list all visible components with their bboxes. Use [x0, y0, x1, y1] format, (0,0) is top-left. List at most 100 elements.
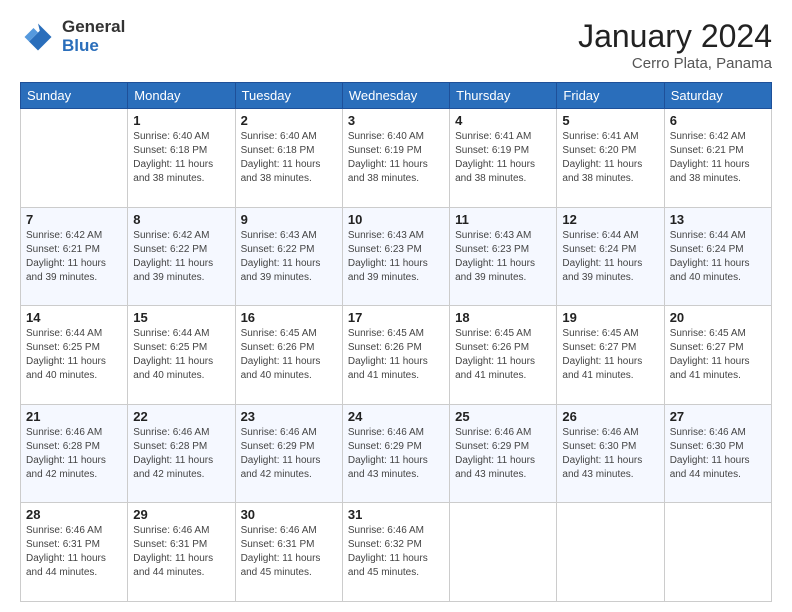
day-number: 24 — [348, 409, 444, 424]
weekday-header-row: Sunday Monday Tuesday Wednesday Thursday… — [21, 83, 772, 109]
calendar-table: Sunday Monday Tuesday Wednesday Thursday… — [20, 82, 772, 602]
day-number: 10 — [348, 212, 444, 227]
calendar-cell: 28 Sunrise: 6:46 AM Sunset: 6:31 PM Dayli… — [21, 503, 128, 602]
day-number: 30 — [241, 507, 337, 522]
day-number: 11 — [455, 212, 551, 227]
calendar-cell: 10 Sunrise: 6:43 AM Sunset: 6:23 PM Dayli… — [342, 207, 449, 306]
week-row-2: 14 Sunrise: 6:44 AM Sunset: 6:25 PM Dayli… — [21, 306, 772, 405]
day-number: 7 — [26, 212, 122, 227]
day-info: Sunrise: 6:46 AM Sunset: 6:28 PM Dayligh… — [133, 426, 229, 482]
day-number: 3 — [348, 113, 444, 128]
calendar-cell: 16 Sunrise: 6:45 AM Sunset: 6:26 PM Dayli… — [235, 306, 342, 405]
day-info: Sunrise: 6:43 AM Sunset: 6:23 PM Dayligh… — [348, 229, 444, 285]
calendar-cell: 4 Sunrise: 6:41 AM Sunset: 6:19 PM Daylig… — [450, 109, 557, 208]
day-info: Sunrise: 6:46 AM Sunset: 6:29 PM Dayligh… — [348, 426, 444, 482]
calendar-cell: 27 Sunrise: 6:46 AM Sunset: 6:30 PM Dayli… — [664, 404, 771, 503]
week-row-1: 7 Sunrise: 6:42 AM Sunset: 6:21 PM Daylig… — [21, 207, 772, 306]
week-row-4: 28 Sunrise: 6:46 AM Sunset: 6:31 PM Dayli… — [21, 503, 772, 602]
header-monday: Monday — [128, 83, 235, 109]
day-number: 31 — [348, 507, 444, 522]
day-info: Sunrise: 6:45 AM Sunset: 6:27 PM Dayligh… — [670, 327, 766, 383]
header-friday: Friday — [557, 83, 664, 109]
day-number: 20 — [670, 310, 766, 325]
day-info: Sunrise: 6:46 AM Sunset: 6:31 PM Dayligh… — [26, 524, 122, 580]
logo-icon — [20, 19, 56, 55]
day-number: 16 — [241, 310, 337, 325]
header-saturday: Saturday — [664, 83, 771, 109]
calendar-cell: 22 Sunrise: 6:46 AM Sunset: 6:28 PM Dayli… — [128, 404, 235, 503]
day-info: Sunrise: 6:46 AM Sunset: 6:31 PM Dayligh… — [133, 524, 229, 580]
day-number: 12 — [562, 212, 658, 227]
logo-text: General Blue — [62, 18, 125, 55]
day-info: Sunrise: 6:44 AM Sunset: 6:24 PM Dayligh… — [562, 229, 658, 285]
day-info: Sunrise: 6:46 AM Sunset: 6:30 PM Dayligh… — [562, 426, 658, 482]
day-number: 6 — [670, 113, 766, 128]
day-number: 5 — [562, 113, 658, 128]
calendar-cell: 2Sunrise: 6:40 AM Sunset: 6:18 PM Daylig… — [235, 109, 342, 208]
day-number: 25 — [455, 409, 551, 424]
day-number: 9 — [241, 212, 337, 227]
calendar-cell: 15Sunrise: 6:44 AM Sunset: 6:25 PM Dayli… — [128, 306, 235, 405]
day-info: Sunrise: 6:46 AM Sunset: 6:28 PM Dayligh… — [26, 426, 122, 482]
day-number: 8 — [133, 212, 229, 227]
calendar-cell — [557, 503, 664, 602]
calendar-cell: 9 Sunrise: 6:43 AM Sunset: 6:22 PM Daylig… — [235, 207, 342, 306]
calendar-cell: 25 Sunrise: 6:46 AM Sunset: 6:29 PM Dayli… — [450, 404, 557, 503]
day-number: 22 — [133, 409, 229, 424]
logo-blue-text: Blue — [62, 37, 125, 56]
day-number: 21 — [26, 409, 122, 424]
logo: General Blue — [20, 18, 125, 55]
day-info: Sunrise: 6:40 AM Sunset: 6:18 PM Dayligh… — [241, 130, 337, 186]
calendar-cell: 30 Sunrise: 6:46 AM Sunset: 6:31 PM Dayli… — [235, 503, 342, 602]
day-info: Sunrise: 6:44 AM Sunset: 6:25 PM Dayligh… — [133, 327, 229, 383]
calendar-cell: 8 Sunrise: 6:42 AM Sunset: 6:22 PM Daylig… — [128, 207, 235, 306]
day-number: 27 — [670, 409, 766, 424]
logo-general-text: General — [62, 18, 125, 37]
header-wednesday: Wednesday — [342, 83, 449, 109]
day-info: Sunrise: 6:40 AM Sunset: 6:19 PM Dayligh… — [348, 130, 444, 186]
calendar-cell: 14Sunrise: 6:44 AM Sunset: 6:25 PM Dayli… — [21, 306, 128, 405]
header-sunday: Sunday — [21, 83, 128, 109]
day-info: Sunrise: 6:43 AM Sunset: 6:22 PM Dayligh… — [241, 229, 337, 285]
calendar-cell — [664, 503, 771, 602]
day-number: 19 — [562, 310, 658, 325]
calendar-cell: 3 Sunrise: 6:40 AM Sunset: 6:19 PM Daylig… — [342, 109, 449, 208]
day-info: Sunrise: 6:40 AM Sunset: 6:18 PM Dayligh… — [133, 130, 229, 186]
day-number: 1 — [133, 113, 229, 128]
day-number: 13 — [670, 212, 766, 227]
day-number: 17 — [348, 310, 444, 325]
day-info: Sunrise: 6:46 AM Sunset: 6:31 PM Dayligh… — [241, 524, 337, 580]
day-info: Sunrise: 6:42 AM Sunset: 6:22 PM Dayligh… — [133, 229, 229, 285]
calendar-title: January 2024 — [578, 18, 772, 55]
day-number: 28 — [26, 507, 122, 522]
day-info: Sunrise: 6:45 AM Sunset: 6:26 PM Dayligh… — [348, 327, 444, 383]
calendar-cell: 12 Sunrise: 6:44 AM Sunset: 6:24 PM Dayli… — [557, 207, 664, 306]
day-number: 4 — [455, 113, 551, 128]
day-info: Sunrise: 6:44 AM Sunset: 6:24 PM Dayligh… — [670, 229, 766, 285]
calendar-cell: 11 Sunrise: 6:43 AM Sunset: 6:23 PM Dayli… — [450, 207, 557, 306]
day-info: Sunrise: 6:41 AM Sunset: 6:20 PM Dayligh… — [562, 130, 658, 186]
day-info: Sunrise: 6:46 AM Sunset: 6:29 PM Dayligh… — [241, 426, 337, 482]
header-thursday: Thursday — [450, 83, 557, 109]
day-info: Sunrise: 6:41 AM Sunset: 6:19 PM Dayligh… — [455, 130, 551, 186]
week-row-0: 1 Sunrise: 6:40 AM Sunset: 6:18 PM Daylig… — [21, 109, 772, 208]
day-info: Sunrise: 6:42 AM Sunset: 6:21 PM Dayligh… — [26, 229, 122, 285]
title-area: January 2024 Cerro Plata, Panama — [578, 18, 772, 72]
day-info: Sunrise: 6:45 AM Sunset: 6:26 PM Dayligh… — [241, 327, 337, 383]
calendar-cell: 1 Sunrise: 6:40 AM Sunset: 6:18 PM Daylig… — [128, 109, 235, 208]
calendar-cell: 23 Sunrise: 6:46 AM Sunset: 6:29 PM Dayli… — [235, 404, 342, 503]
page: General Blue January 2024 Cerro Plata, P… — [0, 0, 792, 612]
day-info: Sunrise: 6:46 AM Sunset: 6:29 PM Dayligh… — [455, 426, 551, 482]
calendar-subtitle: Cerro Plata, Panama — [578, 55, 772, 72]
day-info: Sunrise: 6:43 AM Sunset: 6:23 PM Dayligh… — [455, 229, 551, 285]
calendar-cell: 5 Sunrise: 6:41 AM Sunset: 6:20 PM Daylig… — [557, 109, 664, 208]
calendar-cell: 6Sunrise: 6:42 AM Sunset: 6:21 PM Daylig… — [664, 109, 771, 208]
calendar-cell: 21 Sunrise: 6:46 AM Sunset: 6:28 PM Dayli… — [21, 404, 128, 503]
day-number: 18 — [455, 310, 551, 325]
header: General Blue January 2024 Cerro Plata, P… — [20, 18, 772, 72]
day-info: Sunrise: 6:46 AM Sunset: 6:30 PM Dayligh… — [670, 426, 766, 482]
day-number: 14 — [26, 310, 122, 325]
day-info: Sunrise: 6:45 AM Sunset: 6:26 PM Dayligh… — [455, 327, 551, 383]
calendar-cell: 29Sunrise: 6:46 AM Sunset: 6:31 PM Dayli… — [128, 503, 235, 602]
day-number: 23 — [241, 409, 337, 424]
